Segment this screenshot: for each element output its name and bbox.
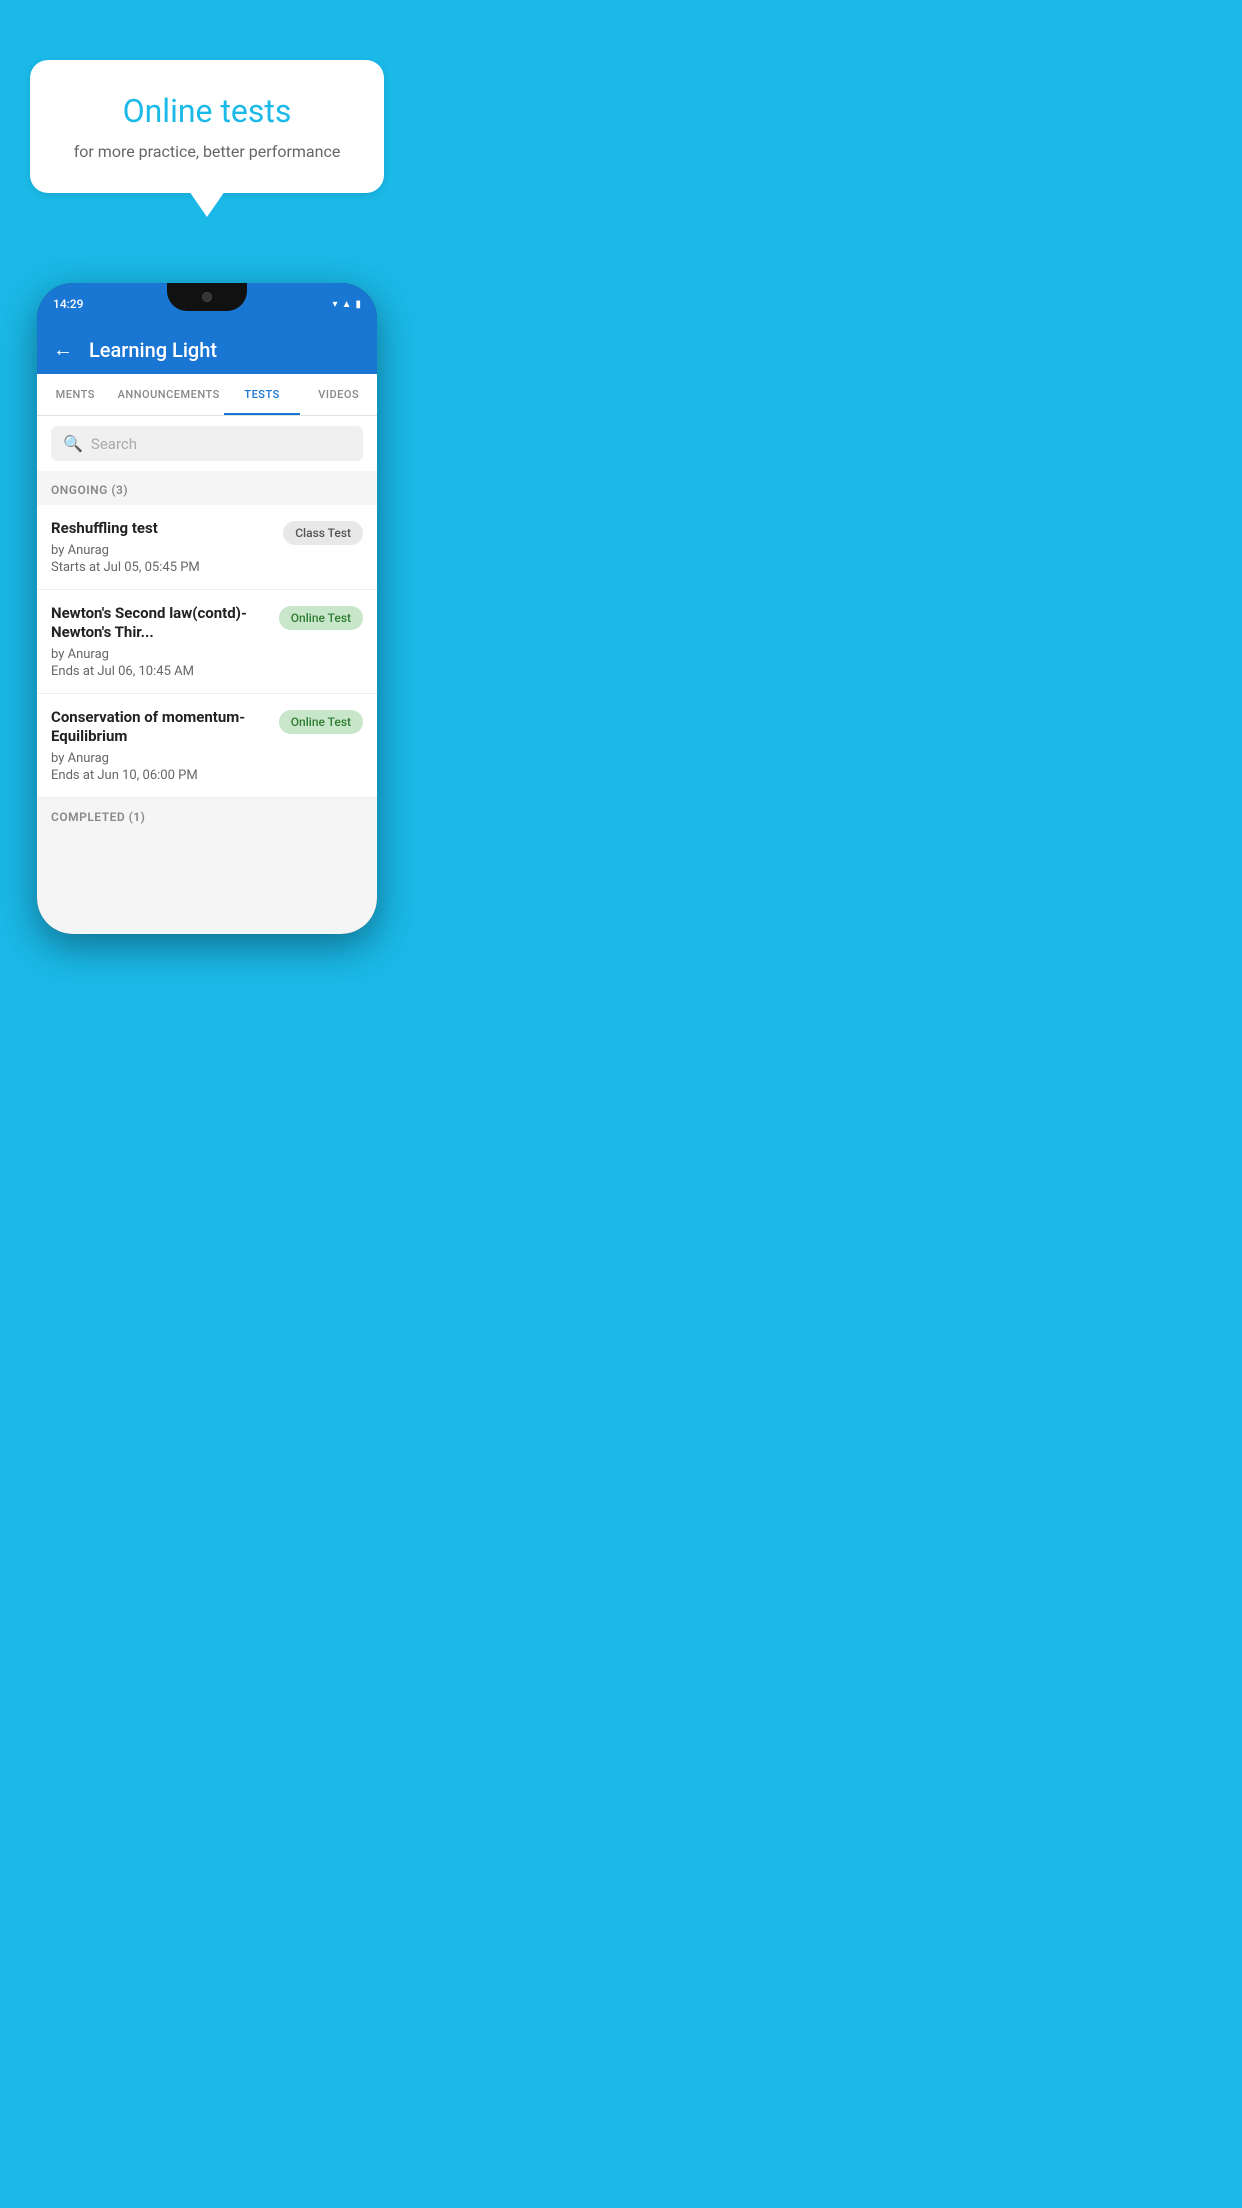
ongoing-header: ONGOING (3) <box>37 471 377 505</box>
camera-icon <box>202 292 212 302</box>
speech-bubble: Online tests for more practice, better p… <box>30 60 384 193</box>
tab-videos[interactable]: VIDEOS <box>300 374 377 415</box>
status-time: 14:29 <box>53 297 83 311</box>
test-item-content: Newton's Second law(contd)-Newton's Thir… <box>51 604 279 679</box>
tab-announcements[interactable]: ANNOUNCEMENTS <box>114 374 224 415</box>
phone-screen: MENTS ANNOUNCEMENTS TESTS VIDEOS 🔍 Searc… <box>37 374 377 934</box>
online-test-badge: Online Test <box>279 710 363 734</box>
test-author: by Anurag <box>51 647 269 662</box>
hero-title: Online tests <box>58 92 356 130</box>
app-bar: ← Learning Light <box>37 325 377 374</box>
test-item-content: Conservation of momentum-Equilibrium by … <box>51 708 279 783</box>
wifi-icon: ▾ <box>333 299 338 310</box>
phone-frame: 14:29 ▾ ▲ ▮ ← Learning Light MENTS <box>37 283 377 934</box>
phone-notch <box>167 283 247 311</box>
status-icons: ▾ ▲ ▮ <box>333 299 361 310</box>
hero-subtitle: for more practice, better performance <box>58 142 356 161</box>
tab-ments[interactable]: MENTS <box>37 374 114 415</box>
test-name: Reshuffling test <box>51 519 273 539</box>
status-bar: 14:29 ▾ ▲ ▮ <box>37 283 377 325</box>
test-list: Reshuffling test by Anurag Starts at Jul… <box>37 505 377 798</box>
back-button[interactable]: ← <box>53 337 73 362</box>
test-date: Ends at Jun 10, 06:00 PM <box>51 768 269 783</box>
test-date: Starts at Jul 05, 05:45 PM <box>51 560 273 575</box>
tabs-container: MENTS ANNOUNCEMENTS TESTS VIDEOS <box>37 374 377 416</box>
class-test-badge: Class Test <box>283 521 363 545</box>
search-bar[interactable]: 🔍 Search <box>51 426 363 461</box>
hero-section: Online tests for more practice, better p… <box>0 0 414 223</box>
search-icon: 🔍 <box>63 434 83 453</box>
test-date: Ends at Jul 06, 10:45 AM <box>51 664 269 679</box>
test-item[interactable]: Reshuffling test by Anurag Starts at Jul… <box>37 505 377 590</box>
test-item[interactable]: Newton's Second law(contd)-Newton's Thir… <box>37 590 377 694</box>
tab-tests[interactable]: TESTS <box>224 374 301 415</box>
app-title: Learning Light <box>89 338 217 362</box>
search-placeholder: Search <box>91 435 137 453</box>
completed-header: COMPLETED (1) <box>37 798 377 832</box>
battery-icon: ▮ <box>355 299 361 310</box>
online-test-badge: Online Test <box>279 606 363 630</box>
test-author: by Anurag <box>51 751 269 766</box>
phone-mockup: 14:29 ▾ ▲ ▮ ← Learning Light MENTS <box>0 283 414 934</box>
test-item[interactable]: Conservation of momentum-Equilibrium by … <box>37 694 377 798</box>
search-container: 🔍 Search <box>37 416 377 471</box>
signal-icon: ▲ <box>342 299 352 310</box>
test-item-content: Reshuffling test by Anurag Starts at Jul… <box>51 519 283 575</box>
test-name: Conservation of momentum-Equilibrium <box>51 708 269 747</box>
test-name: Newton's Second law(contd)-Newton's Thir… <box>51 604 269 643</box>
test-author: by Anurag <box>51 543 273 558</box>
